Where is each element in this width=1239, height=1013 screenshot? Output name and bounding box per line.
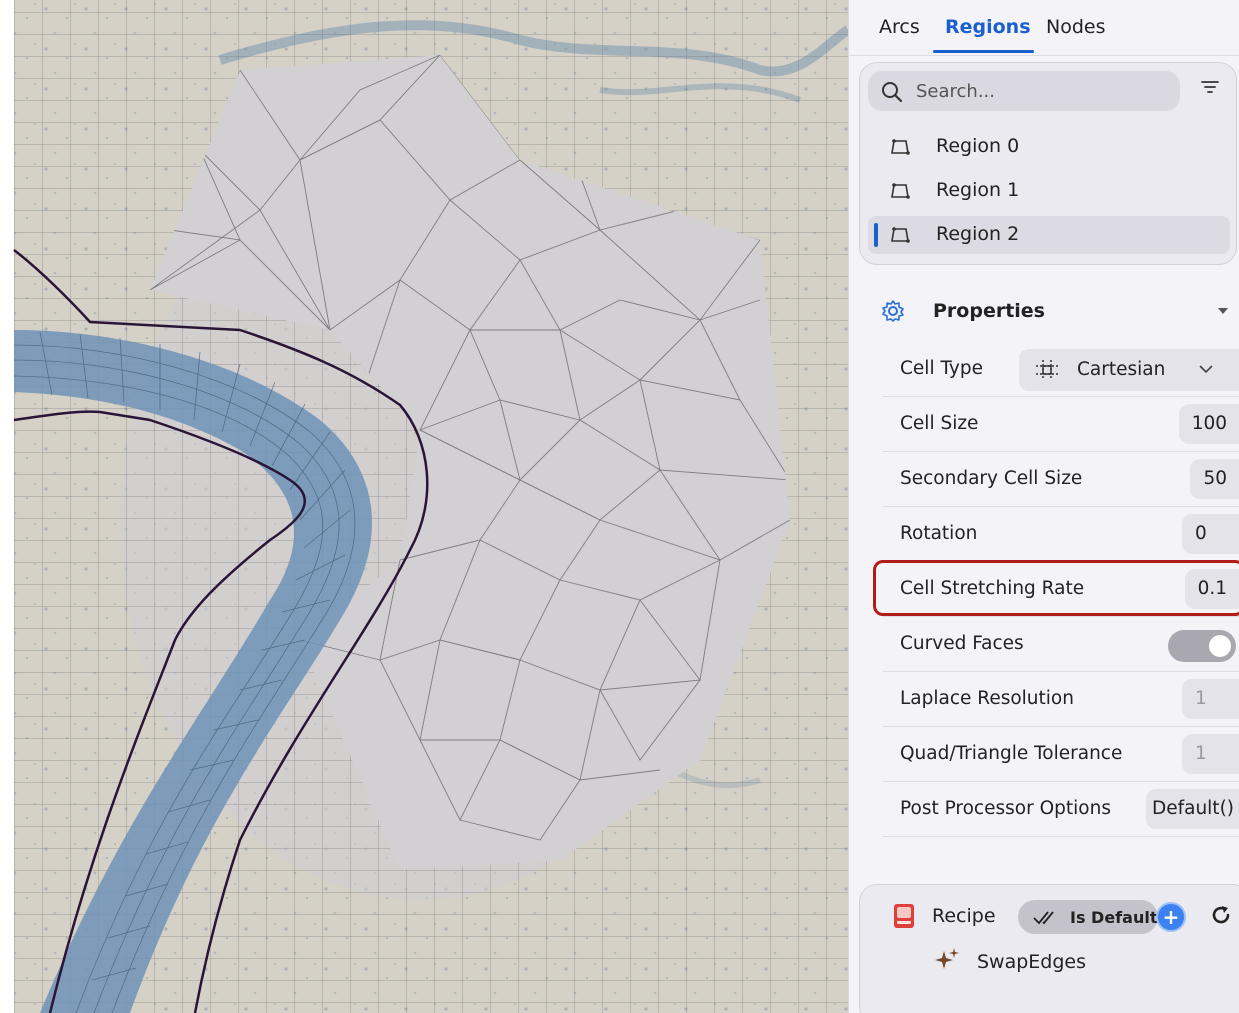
region-label: Region 0 (936, 135, 1020, 157)
tab-regions[interactable]: Regions (945, 16, 1031, 38)
property-row-cell-size: Cell Size 100 (883, 397, 1239, 452)
cell-type-value: Cartesian (1077, 359, 1166, 380)
plus-circle-icon: + (1162, 905, 1180, 929)
properties-title: Properties (933, 300, 1045, 322)
laplace-resolution-field[interactable]: 1 (1182, 679, 1239, 719)
caret-down-icon[interactable] (1217, 307, 1229, 315)
region-label: Region 2 (936, 223, 1020, 245)
filter-icon[interactable] (1200, 79, 1220, 95)
property-label: Secondary Cell Size (900, 468, 1083, 489)
property-row-laplace-resolution: Laplace Resolution 1 (883, 672, 1239, 727)
property-label: Rotation (900, 523, 978, 544)
curved-faces-toggle[interactable] (1168, 630, 1236, 662)
panel-tabs: Arcs Regions Nodes (849, 0, 1239, 56)
selection-indicator (874, 223, 878, 247)
default-badge-label: Is Default (1070, 908, 1158, 927)
property-row-quad-triangle-tolerance: Quad/Triangle Tolerance 1 (883, 727, 1239, 782)
refresh-icon[interactable] (1210, 904, 1232, 926)
polygon-region-icon (891, 183, 910, 199)
post-processor-options-field[interactable]: Default() (1145, 789, 1239, 829)
add-step-button[interactable]: + (1156, 902, 1186, 932)
mesh-map-viewport[interactable] (0, 0, 848, 1013)
property-row-curved-faces: Curved Faces (883, 617, 1239, 672)
region-item-0[interactable]: Region 0 (868, 128, 1230, 166)
property-label: Laplace Resolution (900, 688, 1074, 709)
property-label: Cell Size (900, 413, 979, 434)
chevron-down-icon (1199, 365, 1213, 374)
cartesian-grid-icon (1036, 360, 1058, 380)
sparkle-icon (935, 948, 959, 969)
property-label: Curved Faces (900, 633, 1024, 654)
property-label: Quad/Triangle Tolerance (900, 743, 1123, 764)
region-item-1[interactable]: Region 1 (868, 172, 1230, 210)
quad-triangle-tolerance-field[interactable]: 1 (1182, 734, 1239, 774)
search-icon (882, 82, 903, 103)
tab-nodes[interactable]: Nodes (1046, 16, 1106, 38)
cell-type-dropdown[interactable]: Cartesian (1019, 349, 1239, 391)
properties-header[interactable]: Properties (881, 296, 1239, 330)
side-panel: Arcs Regions Nodes Region 0 (848, 0, 1239, 1013)
recipe-title: Recipe (932, 905, 996, 927)
search-box (868, 71, 1180, 111)
cell-size-field[interactable]: 100 (1178, 404, 1239, 444)
property-label: Post Processor Options (900, 798, 1111, 819)
secondary-cell-size-field[interactable]: 50 (1190, 459, 1239, 499)
default-badge[interactable]: Is Default (1018, 900, 1158, 934)
highlight-outline (873, 560, 1239, 616)
regions-list-panel: Region 0 Region 1 Region 2 (859, 62, 1237, 265)
polygon-region-icon (891, 139, 910, 155)
gear-icon (882, 300, 904, 322)
recipe-panel: Recipe Is Default + SwapEdges (859, 884, 1239, 1013)
double-check-icon (1033, 911, 1054, 925)
tab-arcs[interactable]: Arcs (879, 16, 920, 38)
rotation-field[interactable]: 0 (1182, 514, 1239, 554)
property-row-cell-type: Cell Type Cartesian (883, 342, 1239, 397)
viewport-margin (0, 0, 14, 1013)
recipe-book-icon (894, 904, 914, 928)
toggle-knob (1209, 635, 1231, 657)
property-row-secondary-cell-size: Secondary Cell Size 50 (883, 452, 1239, 507)
region-label: Region 1 (936, 179, 1020, 201)
property-row-rotation: Rotation 0 (883, 507, 1239, 562)
polygon-region-icon (891, 227, 910, 243)
active-tab-indicator (933, 50, 1034, 53)
property-label: Cell Type (900, 358, 983, 379)
mesh-map-canvas[interactable] (0, 0, 848, 1013)
property-row-post-processor-options: Post Processor Options Default() (883, 782, 1239, 837)
search-input[interactable] (916, 71, 1166, 111)
recipe-step-swapedges[interactable]: SwapEdges (977, 951, 1086, 973)
region-item-2[interactable]: Region 2 (868, 216, 1230, 254)
